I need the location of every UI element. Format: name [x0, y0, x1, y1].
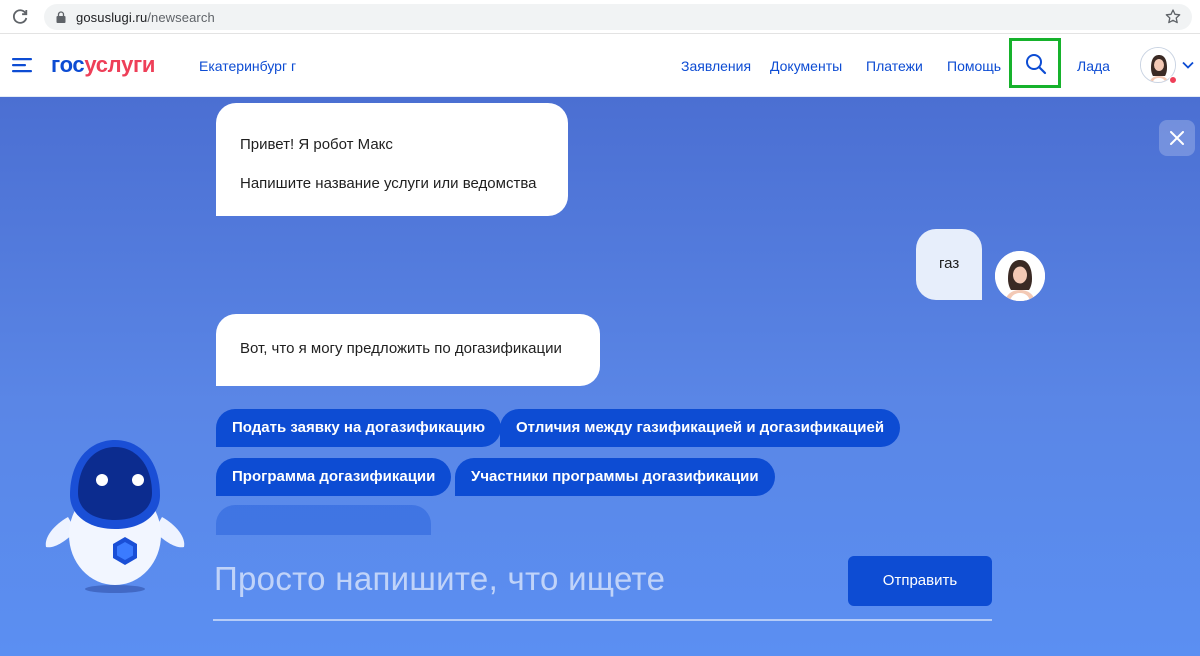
search-icon [1026, 54, 1047, 75]
url-domain: gosuslugi.ru [76, 10, 148, 25]
site-header: госуслуги Екатеринбург г Заявления Докум… [0, 34, 1200, 97]
region-selector[interactable]: Екатеринбург г [199, 58, 296, 74]
notification-dot [1169, 76, 1177, 84]
close-icon [1170, 131, 1184, 145]
bot-greeting-message: Привет! Я робот Макс Напишите название у… [216, 103, 568, 216]
nav-help[interactable]: Помощь [947, 58, 1001, 74]
logo-part-uslugi: услуги [84, 52, 156, 77]
chat-input[interactable]: Просто напишите, что ищете [214, 560, 665, 598]
nav-applications[interactable]: Заявления [681, 58, 751, 74]
suggestion-gasification-program[interactable]: Программа догазификации [216, 458, 452, 496]
url-text: gosuslugi.ru/newsearch [76, 10, 215, 25]
bot-reply-text: Вот, что я могу предложить по догазифика… [240, 340, 562, 357]
close-button[interactable] [1159, 120, 1195, 156]
send-button[interactable]: Отправить [848, 556, 992, 606]
user-message-text: газ [939, 255, 960, 272]
logo-part-gos: гос [51, 52, 85, 77]
nav-documents[interactable]: Документы [770, 58, 842, 74]
suggestion-apply-gasification[interactable]: Подать заявку на догазификацию [216, 409, 502, 447]
url-path: /newsearch [147, 10, 215, 25]
suggestion-program-participants[interactable]: Участники программы догазификации [455, 458, 775, 496]
chevron-down-icon[interactable] [1182, 61, 1194, 69]
nav-payments[interactable]: Платежи [866, 58, 923, 74]
bot-greeting-line: Привет! Я робот Макс [240, 136, 393, 153]
robot-max-icon [45, 440, 185, 593]
lock-icon [56, 11, 66, 23]
reload-icon[interactable] [10, 7, 30, 27]
bot-prompt-line: Напишите название услуги или ведомства [240, 175, 537, 192]
menu-icon[interactable] [12, 57, 32, 73]
gosuslugi-logo[interactable]: госуслуги [51, 52, 155, 78]
search-button[interactable] [1009, 38, 1061, 88]
bot-reply-message: Вот, что я могу предложить по догазифика… [216, 314, 600, 386]
chat-input-underline [213, 619, 992, 621]
suggestion-faded [216, 505, 431, 535]
suggestion-gasification-differences[interactable]: Отличия между газификацией и догазификац… [500, 409, 901, 447]
user-name[interactable]: Лада [1077, 58, 1110, 74]
address-bar[interactable]: gosuslugi.ru/newsearch [44, 4, 1192, 30]
browser-toolbar: gosuslugi.ru/newsearch [0, 0, 1200, 34]
chat-user-avatar [995, 251, 1045, 301]
user-message: газ [916, 229, 982, 300]
chat-panel: Привет! Я робот Макс Напишите название у… [0, 97, 1200, 656]
woman-avatar-icon [995, 251, 1045, 301]
star-icon[interactable] [1164, 8, 1182, 26]
